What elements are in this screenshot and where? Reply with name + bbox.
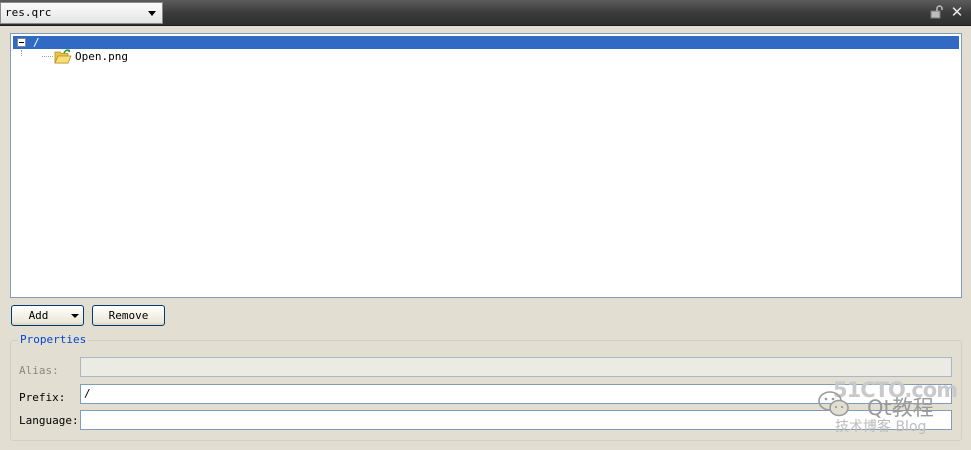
remove-button-label: Remove [108, 309, 149, 322]
add-button[interactable]: Add [11, 305, 84, 326]
lock-icon[interactable] [929, 5, 943, 19]
resource-tree[interactable]: / Open.png [10, 33, 962, 298]
add-button-label: Add [28, 309, 49, 322]
file-selector-combo[interactable]: res.qrc [0, 2, 163, 24]
language-label: Language: [19, 414, 79, 427]
properties-group-title: Properties [18, 333, 89, 346]
tree-root-label: / [33, 36, 40, 49]
tree-connector-line [21, 50, 22, 56]
alias-field [80, 357, 952, 377]
close-icon[interactable]: ✕ [949, 4, 965, 20]
watermark-blog: 技术博客 Blog [835, 419, 927, 435]
remove-button[interactable]: Remove [92, 305, 165, 326]
wechat-icon [817, 390, 851, 418]
watermark: 51CTO.com Qt教程 技术博客 Blog [815, 378, 965, 438]
tree-item-label: Open.png [75, 50, 128, 63]
alias-label: Alias: [19, 364, 59, 377]
tree-item-open-png[interactable]: Open.png [54, 48, 254, 66]
tree-connector-line [42, 56, 53, 57]
file-selector-value: res.qrc [5, 6, 52, 19]
title-bar: res.qrc ✕ [0, 0, 971, 26]
folder-open-icon [54, 48, 72, 65]
prefix-label: Prefix: [19, 391, 66, 404]
collapse-icon[interactable] [17, 38, 26, 47]
chevron-down-icon [148, 11, 156, 16]
prefix-value: / [84, 387, 91, 400]
chevron-down-icon[interactable] [71, 314, 79, 318]
